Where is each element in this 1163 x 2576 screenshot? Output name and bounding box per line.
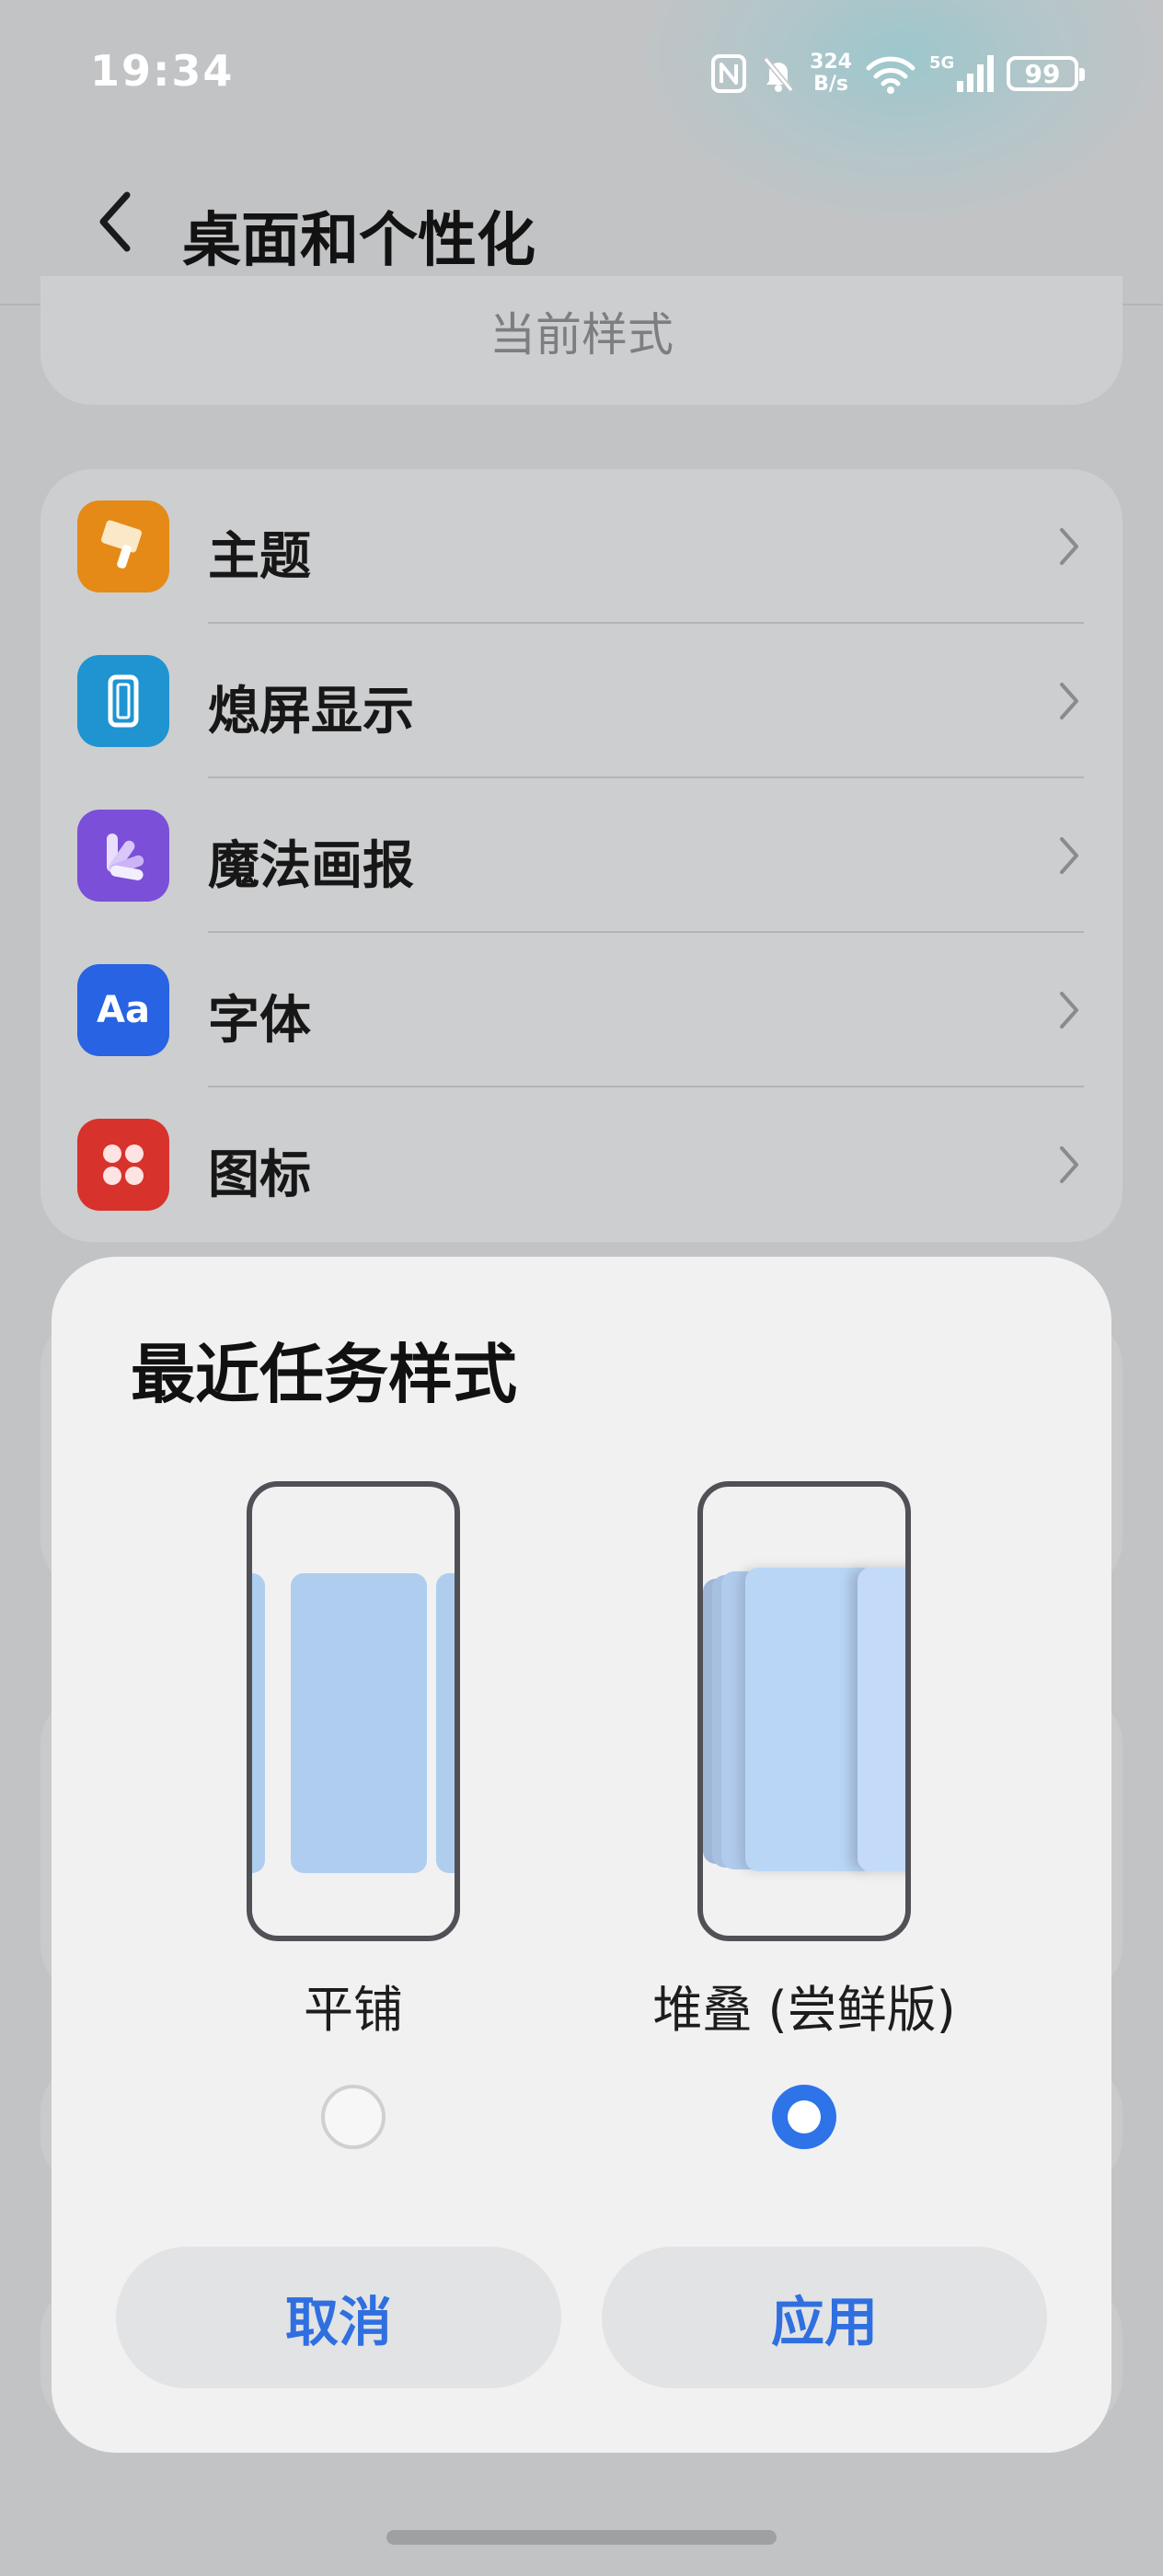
back-button[interactable]: [83, 180, 147, 263]
svg-text:Aa: Aa: [97, 989, 150, 1031]
radio-tiled[interactable]: [321, 2085, 386, 2149]
cancel-button[interactable]: 取消: [116, 2247, 561, 2388]
status-icons: 324 B/s 5G 99: [710, 46, 1085, 101]
preview-card: [745, 1568, 874, 1871]
menu-item-label: 图标: [208, 1145, 311, 1205]
status-time: 19:34: [90, 46, 235, 96]
net-speed: 324 B/s: [810, 52, 852, 96]
menu-item-label: 熄屏显示: [208, 682, 414, 742]
stacked-preview[interactable]: [697, 1481, 911, 1941]
preview-card: [858, 1568, 905, 1871]
recent-tasks-style-dialog: 最近任务样式 平铺 堆叠 (尝鲜版) 取消 应用: [52, 1257, 1111, 2453]
current-style-label: 当前样式: [489, 308, 674, 362]
tiled-preview[interactable]: [247, 1481, 460, 1941]
preview-card: [252, 1573, 265, 1873]
wifi-icon: [865, 53, 916, 94]
font-aa-icon: Aa: [77, 964, 169, 1056]
net-speed-unit: B/s: [813, 73, 848, 96]
menu-item-label: 魔法画报: [208, 836, 414, 896]
chevron-left-icon: [99, 191, 131, 252]
status-bar: 19:34 324 B/s 5G 99: [0, 0, 1163, 138]
battery-level: 99: [1024, 58, 1061, 89]
option-label-tiled: 平铺: [304, 1981, 403, 2039]
menu-item-aod[interactable]: 熄屏显示: [40, 624, 1123, 778]
chevron-right-icon: [1060, 683, 1078, 719]
battery-icon: 99: [1007, 56, 1085, 91]
home-indicator[interactable]: [386, 2530, 777, 2545]
dialog-title: 最近任务样式: [131, 1337, 517, 1412]
four-dots-icon: [77, 1119, 169, 1211]
nfc-icon: [710, 53, 747, 94]
chevron-right-icon: [1060, 992, 1078, 1029]
page-title: 桌面和个性化: [182, 207, 535, 275]
net-speed-value: 324: [810, 51, 852, 74]
preview-card: [436, 1573, 455, 1873]
svg-text:5G: 5G: [929, 53, 954, 73]
chevron-right-icon: [1060, 1146, 1078, 1183]
menu-item-theme[interactable]: 主题: [40, 469, 1123, 624]
option-label-stacked: 堆叠 (尝鲜版): [652, 1981, 956, 2039]
signal-5g-icon: 5G: [929, 53, 994, 94]
chevron-right-icon: [1060, 837, 1078, 874]
paint-brush-icon: [77, 500, 169, 592]
current-style-card[interactable]: 当前样式: [40, 276, 1123, 405]
mute-bell-icon: [760, 53, 797, 94]
fan-petals-icon: [77, 810, 169, 902]
apply-button[interactable]: 应用: [602, 2247, 1047, 2388]
menu-item-magazine[interactable]: 魔法画报: [40, 778, 1123, 933]
preview-card: [291, 1573, 427, 1873]
menu-item-label: 主题: [208, 527, 311, 587]
menu-item-font[interactable]: Aa 字体: [40, 933, 1123, 1087]
menu-item-icons[interactable]: 图标: [40, 1087, 1123, 1242]
chevron-right-icon: [1060, 528, 1078, 565]
phone-outline-icon: [77, 655, 169, 747]
menu-item-label: 字体: [208, 991, 311, 1051]
radio-stacked[interactable]: [772, 2085, 836, 2149]
personalization-menu: 主题 熄屏显示 魔法画报 Aa 字体 图标: [40, 469, 1123, 1242]
